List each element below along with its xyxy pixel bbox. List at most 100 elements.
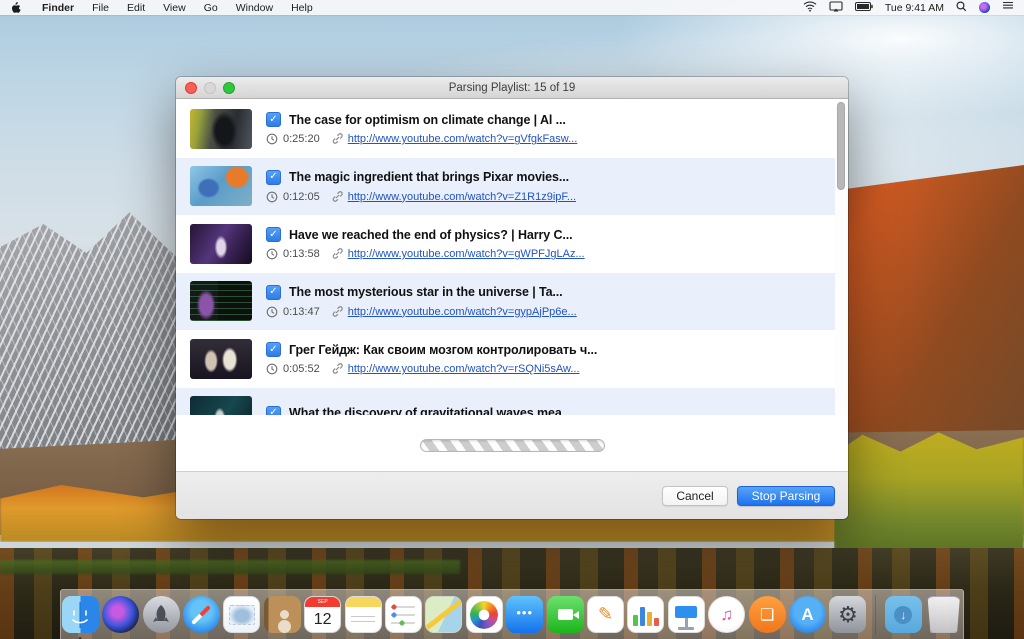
dock-photos-icon[interactable] — [465, 595, 503, 634]
dock-keynote-icon[interactable] — [667, 595, 705, 634]
clock-icon — [266, 306, 278, 318]
video-title: The most mysterious star in the universe… — [289, 285, 563, 299]
airplay-display-icon[interactable] — [829, 1, 843, 15]
video-duration: 0:05:52 — [283, 363, 320, 375]
video-thumbnail — [190, 396, 252, 415]
video-duration: 0:25:20 — [283, 133, 320, 145]
dock-numbers-icon[interactable] — [627, 595, 665, 634]
link-icon — [331, 248, 343, 260]
notification-center-icon[interactable] — [1002, 1, 1014, 14]
dock-downloads-icon[interactable]: ↓ — [884, 595, 922, 634]
menu-help[interactable]: Help — [282, 2, 322, 14]
window-footer: Cancel Stop Parsing — [176, 471, 848, 519]
battery-icon[interactable] — [855, 2, 873, 14]
video-list: ✓ The case for optimism on climate chang… — [176, 100, 848, 415]
video-checkbox[interactable]: ✓ — [266, 112, 281, 127]
menu-window[interactable]: Window — [227, 2, 282, 14]
dock-system-preferences-icon[interactable]: ⚙ — [829, 595, 867, 634]
dock-safari-icon[interactable] — [182, 595, 220, 634]
list-item[interactable]: ✓ Грег Гейдж: Как своим мозгом контролир… — [176, 330, 848, 388]
dock-notes-icon[interactable] — [344, 595, 382, 634]
video-checkbox[interactable]: ✓ — [266, 406, 281, 415]
clock-icon — [266, 191, 278, 203]
video-checkbox[interactable]: ✓ — [266, 285, 281, 300]
checkmark-icon: ✓ — [269, 115, 277, 125]
desktop: Finder File Edit View Go Window Help Tue… — [0, 0, 1024, 639]
minimize-button[interactable] — [204, 82, 216, 94]
list-item[interactable]: ✓ The most mysterious star in the univer… — [176, 273, 848, 331]
clock-icon — [266, 363, 278, 375]
dock-finder-icon[interactable] — [61, 595, 99, 634]
dock-calendar-icon[interactable]: SEP 12 — [303, 595, 341, 634]
checkmark-icon: ✓ — [269, 230, 277, 240]
dock-pages-icon[interactable]: ✎ — [586, 595, 624, 634]
video-thumbnail — [190, 166, 252, 206]
dock-ibooks-icon[interactable]: ❏ — [748, 595, 786, 634]
video-checkbox[interactable]: ✓ — [266, 227, 281, 242]
calendar-day: 12 — [305, 607, 340, 632]
list-item[interactable]: ✓ The magic ingredient that brings Pixar… — [176, 158, 848, 216]
video-duration: 0:13:58 — [283, 248, 320, 260]
menu-edit[interactable]: Edit — [118, 2, 154, 14]
video-url-link[interactable]: http://www.youtube.com/watch?v=gypAjPp6e… — [348, 306, 577, 318]
checkmark-icon: ✓ — [269, 287, 277, 297]
dock-mail-icon[interactable] — [223, 595, 261, 634]
dock-facetime-icon[interactable] — [546, 595, 584, 634]
dock-messages-icon[interactable]: ••• — [506, 595, 544, 634]
parsing-progress-bar — [420, 439, 605, 452]
menu-view[interactable]: View — [154, 2, 195, 14]
list-item[interactable]: ✓ Have we reached the end of physics? | … — [176, 215, 848, 273]
calendar-month: SEP — [305, 597, 340, 607]
close-button[interactable] — [185, 82, 197, 94]
checkmark-icon: ✓ — [269, 345, 277, 355]
dock-contacts-icon[interactable] — [263, 595, 301, 634]
video-duration: 0:13:47 — [283, 306, 320, 318]
dock-reminders-icon[interactable] — [384, 595, 422, 634]
video-thumbnail — [190, 109, 252, 149]
menu-file[interactable]: File — [83, 2, 118, 14]
menu-app-name[interactable]: Finder — [33, 2, 83, 14]
dock-trash-icon[interactable] — [925, 595, 963, 634]
window-titlebar[interactable]: Parsing Playlist: 15 of 19 — [176, 77, 848, 99]
menu-go[interactable]: Go — [195, 2, 227, 14]
scrollbar-thumb[interactable] — [837, 102, 845, 190]
stop-parsing-button[interactable]: Stop Parsing — [737, 486, 835, 506]
clock-icon — [266, 248, 278, 260]
wifi-icon[interactable] — [803, 1, 817, 15]
checkmark-icon: ✓ — [269, 172, 277, 182]
list-item[interactable]: ✓ The case for optimism on climate chang… — [176, 100, 848, 158]
video-thumbnail — [190, 281, 252, 321]
video-checkbox[interactable]: ✓ — [266, 170, 281, 185]
video-thumbnail — [190, 339, 252, 379]
apple-menu-icon[interactable] — [10, 2, 21, 14]
menu-clock[interactable]: Tue 9:41 AM — [885, 2, 944, 14]
dock-launchpad-icon[interactable] — [142, 595, 180, 634]
window-title: Parsing Playlist: 15 of 19 — [176, 82, 848, 94]
video-title: What the discovery of gravitational wave… — [289, 406, 572, 415]
video-title: The magic ingredient that brings Pixar m… — [289, 170, 569, 184]
siri-menu-icon[interactable] — [979, 2, 990, 13]
video-thumbnail — [190, 224, 252, 264]
link-icon — [331, 363, 343, 375]
menu-bar: Finder File Edit View Go Window Help Tue… — [0, 0, 1024, 15]
link-icon — [331, 306, 343, 318]
video-checkbox[interactable]: ✓ — [266, 342, 281, 357]
parsing-playlist-window: Parsing Playlist: 15 of 19 ✓ The case fo… — [176, 77, 848, 519]
dock: SEP 12 ••• ✎ ♫ ❏ A ⚙ ↓ — [60, 589, 964, 639]
zoom-button[interactable] — [223, 82, 235, 94]
video-url-link[interactable]: http://www.youtube.com/watch?v=rSQNi5sAw… — [348, 363, 580, 375]
video-title: Грег Гейдж: Как своим мозгом контролиров… — [289, 343, 597, 357]
dock-appstore-icon[interactable]: A — [788, 595, 826, 634]
video-duration: 0:12:05 — [283, 191, 320, 203]
video-url-link[interactable]: http://www.youtube.com/watch?v=gWPFJgLAz… — [348, 248, 585, 260]
spotlight-search-icon[interactable] — [956, 1, 967, 15]
dock-itunes-icon[interactable]: ♫ — [708, 595, 746, 634]
dock-divider — [875, 595, 876, 635]
list-item[interactable]: ✓ What the discovery of gravitational wa… — [176, 388, 848, 416]
video-url-link[interactable]: http://www.youtube.com/watch?v=Z1R1z9ipF… — [348, 191, 576, 203]
dock-maps-icon[interactable] — [425, 595, 463, 634]
video-url-link[interactable]: http://www.youtube.com/watch?v=gVfgkFasw… — [348, 133, 578, 145]
dock-siri-icon[interactable] — [101, 595, 139, 634]
cancel-button[interactable]: Cancel — [662, 486, 728, 506]
link-icon — [331, 133, 343, 145]
